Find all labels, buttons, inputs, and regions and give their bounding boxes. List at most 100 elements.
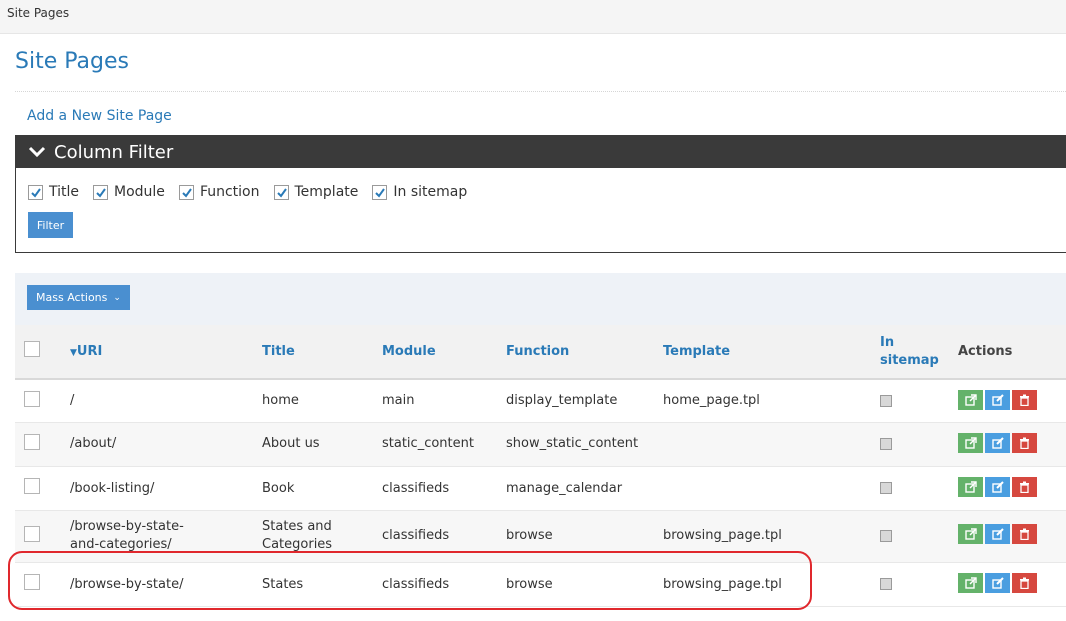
page-title: Site Pages	[15, 49, 129, 74]
checkbox-function[interactable]	[178, 184, 194, 200]
row-actions	[958, 524, 1039, 544]
filter-button[interactable]: Filter	[28, 212, 73, 238]
filter-option-template[interactable]: Template	[273, 184, 359, 200]
filter-option-label: Title	[49, 184, 80, 200]
cell-title: States	[262, 577, 304, 592]
edit-page-button[interactable]	[985, 390, 1010, 410]
cell-uri: /browse-by-state/	[70, 577, 184, 592]
cell-module: main	[382, 393, 415, 408]
external-link-icon	[964, 394, 977, 406]
filter-option-in-sitemap[interactable]: In sitemap	[372, 184, 467, 200]
trash-icon	[1020, 528, 1029, 540]
checkbox-template[interactable]	[273, 184, 289, 200]
chevron-down-icon: ⌄	[113, 292, 121, 303]
column-header-module[interactable]: Module	[382, 344, 436, 359]
filter-option-label: Function	[199, 184, 260, 200]
checkbox-title[interactable]	[28, 184, 43, 200]
edit-icon	[991, 437, 1004, 449]
external-link-icon	[964, 481, 977, 493]
cell-template: browsing_page.tpl	[663, 577, 782, 592]
filter-option-label: Module	[114, 184, 165, 200]
top-breadcrumb-bar: Site Pages	[0, 0, 1066, 34]
cell-template: home_page.tpl	[663, 393, 760, 408]
delete-page-button[interactable]	[1012, 390, 1037, 410]
row-checkbox[interactable]	[24, 391, 40, 407]
view-page-button[interactable]	[958, 573, 983, 593]
check-icon	[96, 187, 106, 198]
view-page-button[interactable]	[958, 390, 983, 410]
delete-page-button[interactable]	[1012, 477, 1037, 497]
column-header-template[interactable]: Template	[663, 344, 730, 359]
in-sitemap-checkbox	[880, 578, 892, 590]
cell-uri-line1: /browse-by-state-	[70, 519, 184, 534]
column-filter-toggle[interactable]: Column Filter	[16, 136, 1066, 168]
trash-icon	[1020, 481, 1029, 493]
select-all-checkbox[interactable]	[24, 341, 40, 357]
edit-icon	[991, 394, 1004, 406]
edit-page-button[interactable]	[985, 524, 1010, 544]
cell-title-line1: States and	[262, 519, 332, 534]
column-header-in-sitemap-line1: In	[880, 335, 895, 350]
row-checkbox[interactable]	[24, 526, 40, 542]
column-header-function[interactable]: Function	[506, 344, 569, 359]
breadcrumb: Site Pages	[7, 6, 70, 20]
cell-title: States and Categories	[262, 518, 332, 554]
in-sitemap-checkbox	[880, 438, 892, 450]
table-header: ▼URI Title Module Function Template In si…	[15, 325, 1066, 380]
filter-option-label: Template	[294, 184, 359, 200]
filter-option-title[interactable]: Title	[28, 184, 79, 200]
cell-uri: /book-listing/	[70, 481, 155, 496]
external-link-icon	[964, 437, 977, 449]
column-header-uri[interactable]: ▼URI	[70, 344, 102, 359]
row-checkbox[interactable]	[24, 434, 40, 450]
column-filter-panel: Column Filter Title Module Function Temp…	[15, 135, 1066, 253]
edit-page-button[interactable]	[985, 433, 1010, 453]
cell-module: static_content	[382, 436, 474, 451]
delete-page-button[interactable]	[1012, 573, 1037, 593]
checkbox-module[interactable]	[93, 184, 109, 200]
delete-page-button[interactable]	[1012, 524, 1037, 544]
external-link-icon	[964, 577, 977, 589]
column-header-title[interactable]: Title	[262, 344, 295, 359]
filter-option-function[interactable]: Function	[178, 184, 260, 200]
external-link-icon	[964, 528, 977, 540]
cell-uri: /about/	[70, 436, 117, 451]
column-header-in-sitemap-line2: sitemap	[880, 353, 939, 368]
add-site-page-link[interactable]: Add a New Site Page	[27, 108, 172, 124]
checkbox-in-sitemap[interactable]	[372, 184, 388, 200]
cell-module: classifieds	[382, 481, 450, 496]
row-checkbox[interactable]	[24, 478, 40, 494]
trash-icon	[1020, 437, 1029, 449]
check-icon	[375, 187, 386, 198]
cell-module: classifieds	[382, 577, 450, 592]
check-icon	[276, 187, 287, 198]
chevron-down-icon	[28, 146, 46, 158]
table-toolbar: Mass Actions ⌄	[15, 273, 1066, 325]
edit-page-button[interactable]	[985, 573, 1010, 593]
row-checkbox[interactable]	[24, 574, 40, 590]
cell-function: browse	[506, 528, 553, 543]
edit-page-button[interactable]	[985, 477, 1010, 497]
column-header-in-sitemap[interactable]: In sitemap	[880, 334, 939, 370]
table-row: / home main display_template home_page.t…	[15, 380, 1066, 423]
view-page-button[interactable]	[958, 524, 983, 544]
delete-page-button[interactable]	[1012, 433, 1037, 453]
filter-option-module[interactable]: Module	[93, 184, 165, 200]
check-icon	[182, 187, 192, 198]
column-header-actions: Actions	[958, 344, 1013, 359]
row-actions	[958, 573, 1039, 593]
cell-uri: /	[70, 393, 75, 408]
check-icon	[31, 187, 41, 198]
cell-uri-line2: and-categories/	[70, 537, 172, 552]
mass-actions-dropdown[interactable]: Mass Actions ⌄	[27, 285, 130, 310]
column-filter-heading: Column Filter	[54, 141, 174, 163]
view-page-button[interactable]	[958, 433, 983, 453]
sort-desc-icon: ▼	[70, 348, 77, 358]
column-filter-options: Title Module Function Template In sitema…	[28, 184, 481, 200]
edit-icon	[991, 481, 1004, 493]
view-page-button[interactable]	[958, 477, 983, 497]
cell-title-line2: Categories	[262, 537, 333, 552]
cell-template: browsing_page.tpl	[663, 528, 782, 543]
cell-uri: /browse-by-state-and-categories/	[70, 518, 184, 554]
column-header-uri-label: URI	[76, 344, 103, 359]
